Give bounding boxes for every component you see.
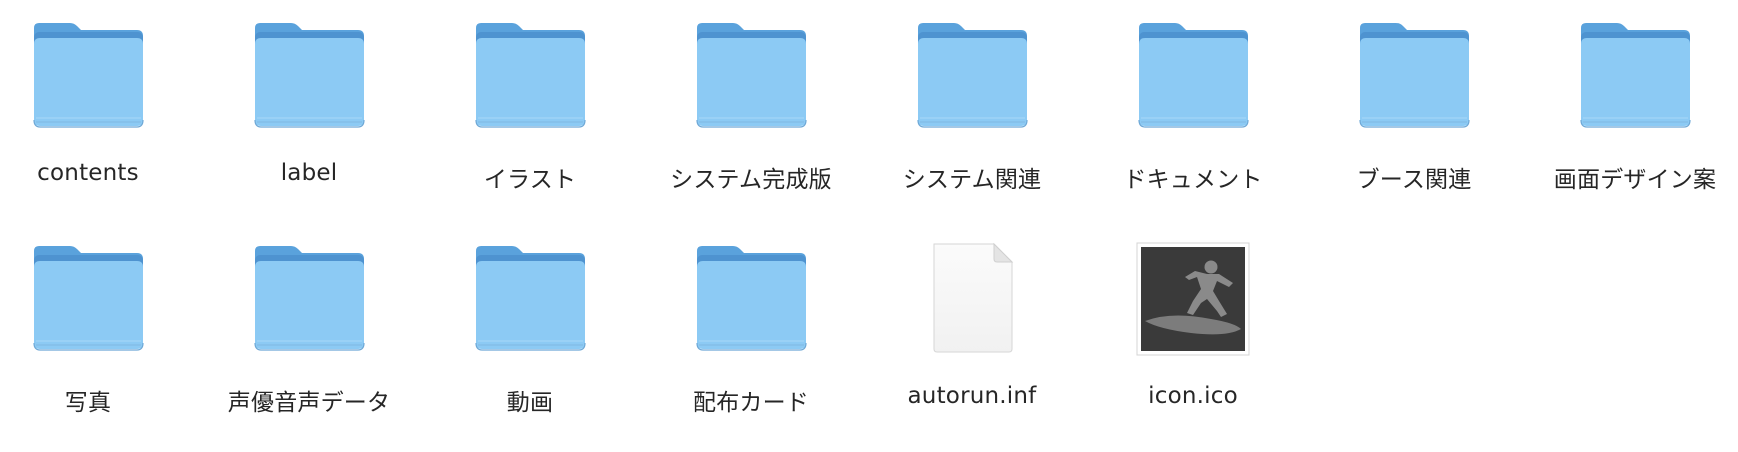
folder-icon: [1352, 18, 1476, 142]
folder-icon: [247, 241, 371, 365]
folder-icon: [26, 18, 150, 142]
item-label: システム関連: [902, 167, 1042, 193]
item-label: icon.ico: [1148, 383, 1238, 409]
folder-item-handout-cards[interactable]: 配布カード: [651, 241, 851, 441]
item-label: autorun.inf: [907, 383, 1037, 409]
item-label: label: [280, 160, 338, 186]
item-label: 動画: [506, 390, 554, 416]
folder-icon: [1131, 18, 1255, 142]
folder-item-video[interactable]: 動画: [430, 241, 630, 441]
folder-item-screen-design[interactable]: 画面デザイン案: [1535, 18, 1735, 218]
folder-item-system-related[interactable]: システム関連: [872, 18, 1072, 218]
folder-item-system-final[interactable]: システム完成版: [651, 18, 851, 218]
folder-icon: [26, 241, 150, 365]
folder-item-photos[interactable]: 写真: [0, 241, 188, 441]
item-label: 画面デザイン案: [1553, 167, 1717, 193]
folder-icon: [1573, 18, 1697, 142]
item-label: ブース関連: [1356, 167, 1472, 193]
folder-item-illustration[interactable]: イラスト: [430, 18, 630, 218]
folder-icon: [689, 241, 813, 365]
folder-icon: [468, 18, 592, 142]
item-label: システム完成版: [670, 167, 832, 193]
folder-item-documents[interactable]: ドキュメント: [1093, 18, 1293, 218]
file-item-icon-ico[interactable]: icon.ico: [1093, 241, 1293, 441]
item-label: 声優音声データ: [227, 390, 391, 416]
item-label: 写真: [64, 390, 112, 416]
folder-item-voice-data[interactable]: 声優音声データ: [209, 241, 409, 441]
folder-item-booth-related[interactable]: ブース関連: [1314, 18, 1514, 218]
finder-icon-grid: contents label イラスト システム完成版 システム関連 ドキュメン…: [0, 0, 1738, 452]
folder-icon: [468, 241, 592, 365]
item-label: contents: [37, 160, 139, 186]
surfer-icon: [1136, 242, 1250, 356]
folder-icon: [910, 18, 1034, 142]
item-label: ドキュメント: [1123, 167, 1263, 193]
file-item-autorun[interactable]: autorun.inf: [872, 241, 1072, 441]
folder-item-contents[interactable]: contents: [0, 18, 188, 218]
item-label: イラスト: [483, 167, 577, 193]
folder-item-label[interactable]: label: [209, 18, 409, 218]
item-label: 配布カード: [693, 390, 809, 416]
folder-icon: [689, 18, 813, 142]
folder-icon: [247, 18, 371, 142]
document-icon: [933, 242, 1014, 353]
